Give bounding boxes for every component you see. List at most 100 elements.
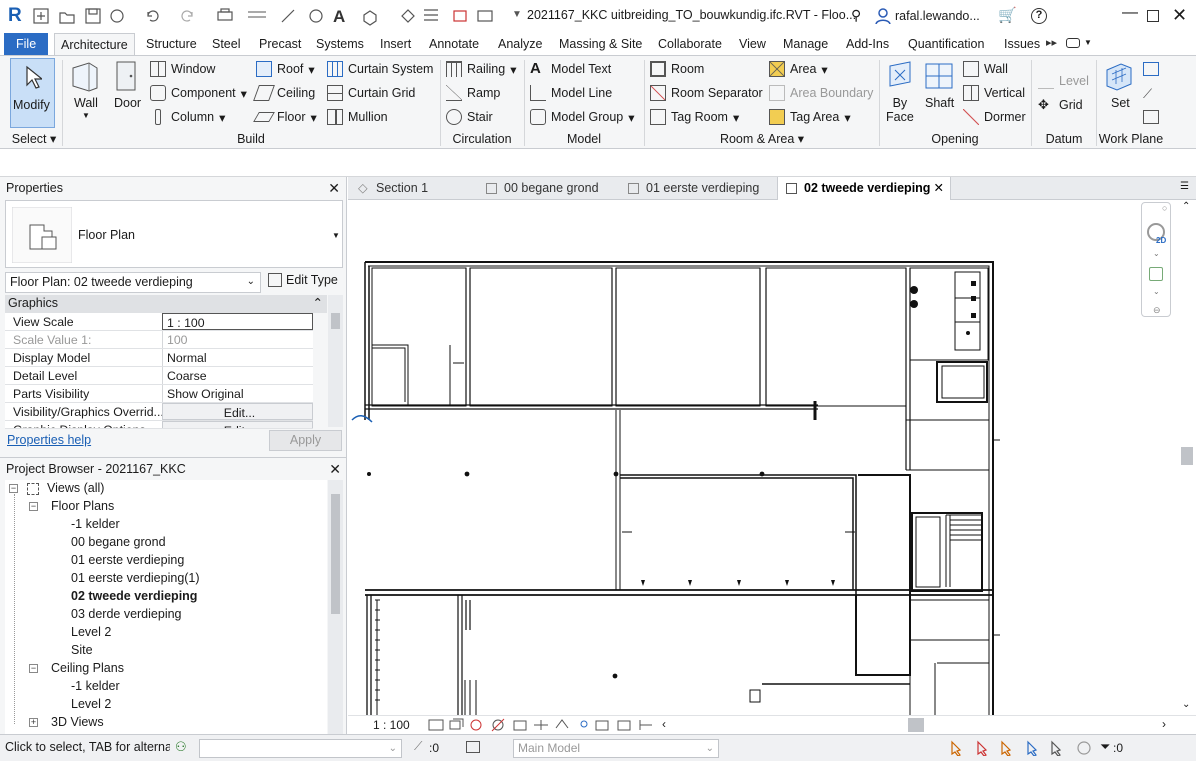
user-name[interactable]: rafal.lewando... [895,9,980,23]
tab-precast[interactable]: Precast [253,33,307,55]
tree-ceiling-plan-item[interactable]: -1 kelder [5,679,327,697]
room-button[interactable]: Room [650,58,704,80]
main-model-dropdown[interactable]: Main Model ⌄ [513,739,719,758]
workset-dropdown[interactable]: ⌄ [199,739,402,758]
area-button[interactable]: Area ▾ [769,58,828,80]
mullion-button[interactable]: Mullion [327,106,388,128]
tree-floor-plan-item[interactable]: 01 eerste verdieping(1) [5,571,327,589]
tree-floor-plan-item[interactable]: 01 eerste verdieping [5,553,327,571]
collapse-icon[interactable]: − [9,484,18,493]
properties-help-link[interactable]: Properties help [7,433,91,447]
tree-floor-plan-item[interactable]: 02 tweede verdieping [5,589,327,607]
tab-annotate[interactable]: Annotate [423,33,485,55]
model-group-button[interactable]: Model Group ▾ [530,106,635,128]
tab-massing-site[interactable]: Massing & Site [553,33,648,55]
view-tab-tweede-verdieping[interactable]: 02 tweede verdieping ✕ [777,177,951,200]
view-scale-label[interactable]: 1 : 100 [373,718,410,732]
curtain-grid-button[interactable]: Curtain Grid [327,82,415,104]
graphics-section-header[interactable]: Graphics ⌃ [5,295,327,313]
tag-room-button[interactable]: Tag Room ▾ [650,106,739,128]
view-tab-section-1[interactable]: ◇ Section 1 [350,177,476,200]
window-button[interactable]: Window [150,58,215,80]
revit-logo[interactable]: R [8,6,26,26]
property-value[interactable]: Edit... [162,421,313,428]
set-button[interactable]: Set [1111,96,1130,110]
scroll-up-icon[interactable]: ⌃ [1182,201,1190,212]
property-value[interactable]: Edit... [162,403,313,420]
close-button[interactable]: ✕ [1172,5,1187,26]
property-value[interactable]: Show Original [162,385,313,402]
tag-area-button[interactable]: Tag Area ▾ [769,106,851,128]
expand-icon[interactable]: + [29,718,38,727]
tab-analyze[interactable]: Analyze [492,33,548,55]
room-area-group-label[interactable]: Room & Area ▾ [646,131,878,146]
dormer-button[interactable]: Dormer [963,106,1026,128]
area-boundary-button[interactable]: Area Boundary [769,82,873,104]
tabs-menu-icon[interactable]: ☰ [1180,181,1189,192]
ceiling-button[interactable]: Ceiling [253,82,315,104]
quick-access-toolbar[interactable]: A [32,7,522,27]
shaft-button[interactable]: Shaft [925,96,954,110]
tree-floor-plan-item[interactable]: Site [5,643,327,661]
tree-3d-views[interactable]: +3D Views [5,715,327,733]
zoom-icon[interactable] [1149,267,1163,281]
tab-add-ins[interactable]: Add-Ins [840,33,895,55]
scroll-right-icon[interactable]: › [1162,717,1166,731]
component-button[interactable]: Component ▾ [150,82,247,104]
close-icon[interactable]: ✕ [934,177,944,200]
chevron-down-icon[interactable]: ⌄ [1153,249,1160,258]
selection-filter-icons[interactable] [948,740,1098,756]
wall-opening-button[interactable]: Wall [963,58,1008,80]
wall-button[interactable]: Wall [74,96,98,110]
tree-floor-plan-item[interactable]: -1 kelder [5,517,327,535]
property-value[interactable]: Coarse [162,367,313,384]
minimize-button[interactable]: — [1122,4,1138,22]
maximize-button[interactable] [1147,10,1159,22]
property-value[interactable]: Normal [162,349,313,366]
binoculars-icon[interactable]: ⚲ [851,7,861,24]
column-button[interactable]: Column ▾ [150,106,225,128]
ref-plane-icon[interactable]: ⟋ [1143,86,1159,101]
model-line-button[interactable]: Model Line [530,82,612,104]
vertical-scrollbar[interactable]: ⌃ ⌄ [1178,201,1196,718]
select-group-label[interactable]: Select ▾ [10,131,58,146]
tab-file[interactable]: File [4,33,49,55]
tab-insert[interactable]: Insert [374,33,417,55]
curtain-system-button[interactable]: Curtain System [327,58,433,80]
viewer-icon[interactable] [1143,110,1159,124]
room-separator-button[interactable]: Room Separator [650,82,763,104]
nav-bar-options-icon[interactable]: ⊖ [1153,305,1161,316]
tab-quantification[interactable]: Quantification [902,33,990,55]
tab-systems[interactable]: Systems [310,33,370,55]
floor-button[interactable]: Floor ▾ [253,106,317,128]
view-tab-begane-grond[interactable]: 00 begane grond [478,177,618,200]
ramp-button[interactable]: Ramp [446,82,500,104]
tab-view[interactable]: View [733,33,772,55]
tab-manage[interactable]: Manage [777,33,834,55]
collapse-icon[interactable]: − [29,664,38,673]
chevron-down-icon[interactable]: ▼ [82,111,90,120]
grid-button[interactable]: ✥ Grid [1038,94,1083,116]
chevron-down-icon[interactable]: ▼ [512,9,522,20]
filter-icon[interactable]: ⏷ [1100,739,1110,755]
level-button[interactable]: Level [1038,70,1089,92]
cart-icon[interactable]: 🛒 [998,6,1017,24]
property-value[interactable]: 1 : 100 [162,313,313,330]
instance-selector[interactable]: Floor Plan: 02 tweede verdieping ⌄ [5,272,261,293]
scroll-left-icon[interactable]: ‹ [662,717,666,731]
modify-button[interactable]: Modify [10,58,55,128]
browser-scrollbar[interactable] [328,480,343,734]
door-button[interactable]: Door [114,96,141,110]
apply-button[interactable]: Apply [269,430,342,451]
design-options-icon[interactable] [466,741,480,753]
tab-structure[interactable]: Structure [140,33,203,55]
by-face-button[interactable]: By Face [886,96,914,124]
railing-button[interactable]: Railing ▾ [446,58,517,80]
more-tabs-icon[interactable]: ▸▸ [1046,36,1057,49]
roof-button[interactable]: Roof ▾ [256,58,315,80]
help-icon[interactable]: ? [1031,8,1047,24]
user-icon[interactable] [875,8,891,24]
properties-scrollbar[interactable] [328,295,343,427]
tab-architecture[interactable]: Architecture [54,33,135,55]
editable-only-icon[interactable]: ⟋ [414,739,422,754]
